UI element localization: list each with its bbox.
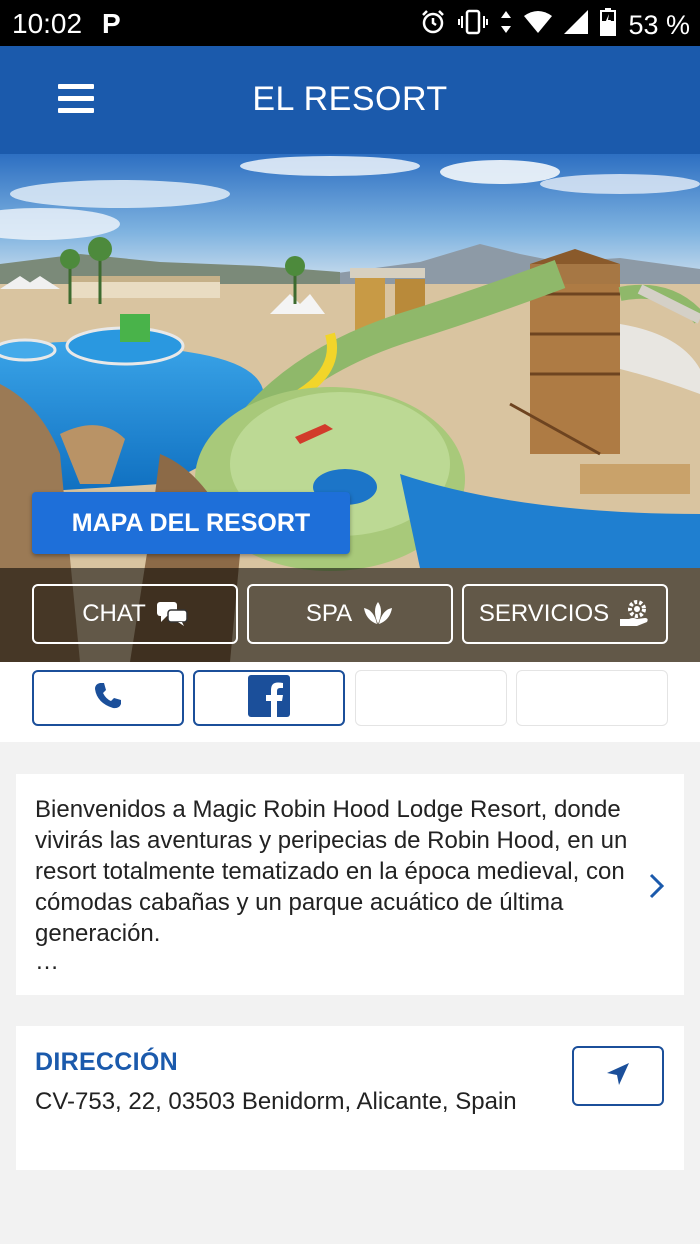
vibrate-icon bbox=[458, 9, 489, 42]
empty-contact-slot bbox=[355, 670, 507, 726]
lotus-icon bbox=[362, 600, 394, 628]
data-icon bbox=[500, 9, 512, 42]
signal-icon bbox=[564, 10, 589, 41]
hero-banner: MAPA DEL RESORT CHAT SPA SERVICIOS bbox=[0, 154, 700, 662]
address-value: CV-753, 22, 03503 Benidorm, Alicante, Sp… bbox=[35, 1088, 517, 1115]
ellipsis: … bbox=[35, 948, 59, 975]
facebook-icon bbox=[248, 674, 290, 722]
status-icons: 53 % bbox=[420, 8, 690, 43]
phone-button[interactable] bbox=[32, 670, 184, 726]
services-button[interactable]: SERVICIOS bbox=[462, 584, 668, 644]
spa-label: SPA bbox=[305, 600, 353, 627]
resort-map-button[interactable]: MAPA DEL RESORT bbox=[32, 492, 350, 554]
status-time: 10:02 bbox=[12, 8, 83, 39]
description-card[interactable]: Bienvenidos a Magic Robin Hood Lodge Res… bbox=[16, 774, 684, 995]
spa-button[interactable]: SPA bbox=[247, 584, 453, 644]
services-label: SERVICIOS bbox=[478, 600, 610, 627]
empty-contact-slot bbox=[516, 670, 668, 726]
parking-app-icon: P bbox=[102, 8, 121, 39]
chat-button[interactable]: CHAT bbox=[32, 584, 238, 644]
navigation-arrow-icon bbox=[605, 1061, 631, 1092]
alarm-icon bbox=[420, 9, 446, 42]
chat-icon bbox=[156, 601, 188, 627]
service-hand-icon bbox=[619, 599, 651, 629]
app-bar: EL RESORT bbox=[0, 46, 700, 154]
page-title: EL RESORT bbox=[252, 80, 448, 118]
battery-percent: 53 % bbox=[628, 10, 690, 40]
address-label: DIRECCIÓN bbox=[35, 1048, 178, 1076]
phone-icon bbox=[93, 681, 123, 716]
resort-description: Bienvenidos a Magic Robin Hood Lodge Res… bbox=[35, 796, 628, 947]
status-bar: 10:02 P 53 % bbox=[0, 0, 700, 46]
address-card: DIRECCIÓN CV-753, 22, 03503 Benidorm, Al… bbox=[16, 1026, 684, 1170]
battery-icon bbox=[600, 8, 617, 43]
directions-button[interactable] bbox=[572, 1046, 664, 1106]
facebook-button[interactable] bbox=[193, 670, 345, 726]
contact-buttons-row bbox=[0, 662, 700, 742]
chevron-right-icon[interactable] bbox=[648, 872, 666, 905]
wifi-icon bbox=[524, 10, 553, 41]
chat-label: CHAT bbox=[82, 600, 146, 627]
